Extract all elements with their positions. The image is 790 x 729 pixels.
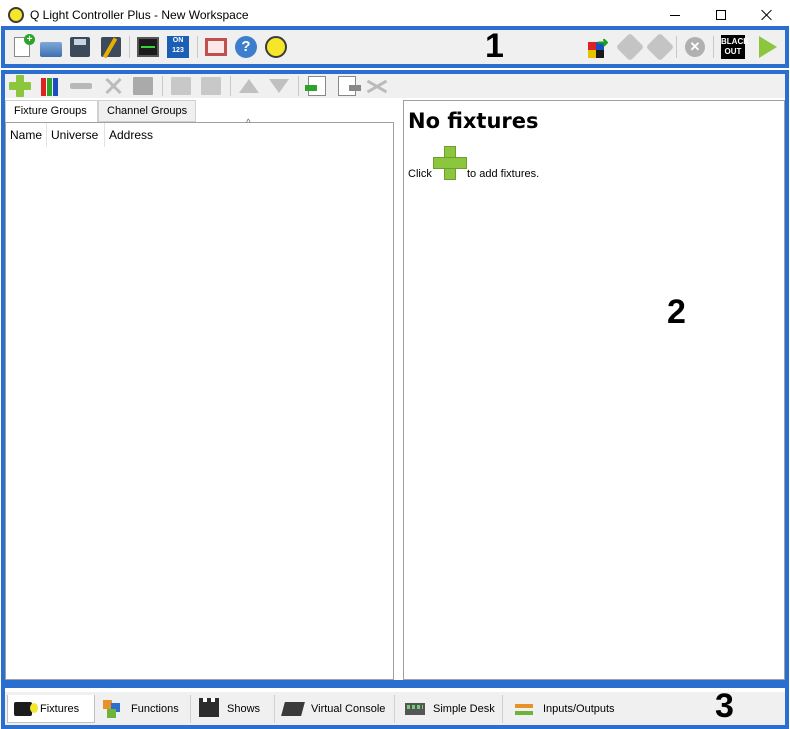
maximize-icon xyxy=(716,10,726,20)
qlc-app-icon xyxy=(8,7,24,23)
annotation-number-3: 3 xyxy=(715,687,734,725)
annotation-frame-1 xyxy=(1,26,789,68)
annotation-frame-2 xyxy=(1,70,789,684)
window-title: Q Light Controller Plus - New Workspace xyxy=(30,8,249,22)
annotation-number-1: 1 xyxy=(485,27,504,65)
minimize-icon xyxy=(670,14,680,16)
annotation-number-2: 2 xyxy=(667,293,686,331)
close-icon xyxy=(761,9,773,21)
annotation-frame-3 xyxy=(1,684,789,729)
